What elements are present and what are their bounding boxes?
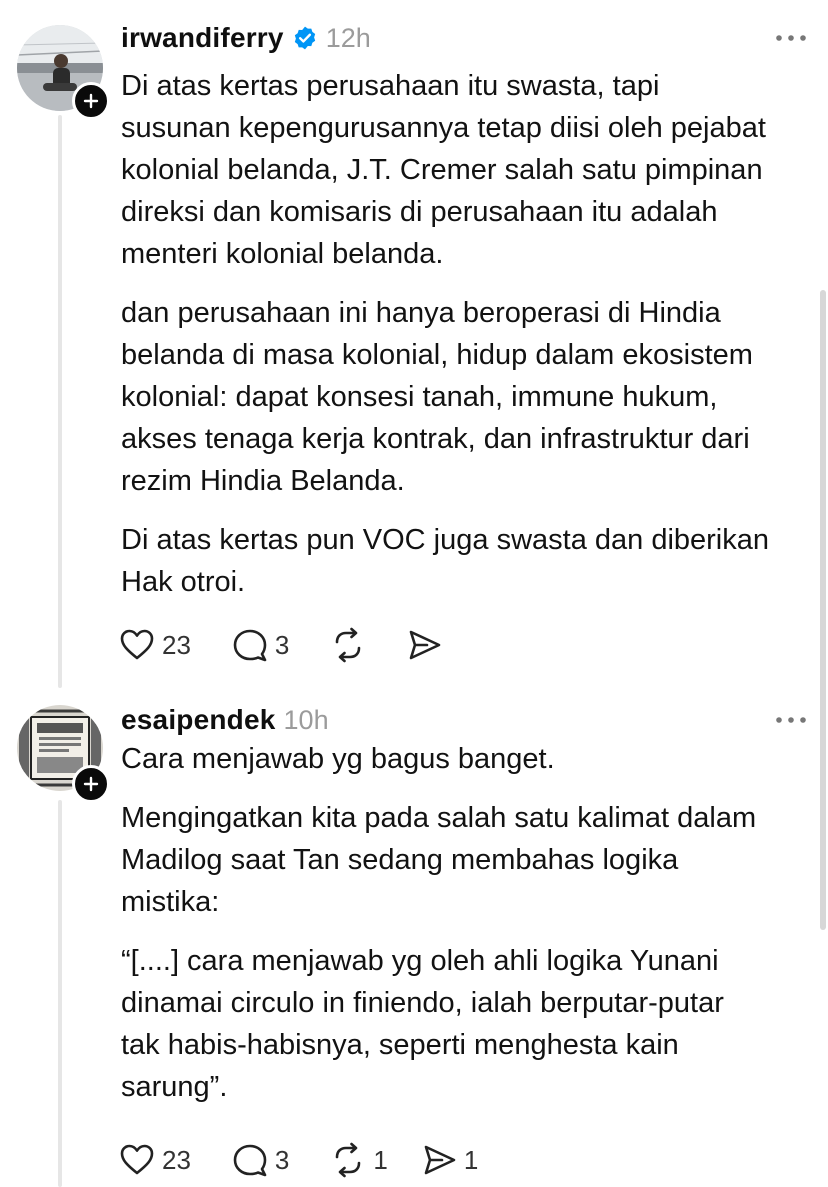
action-bar: 23 3	[118, 625, 481, 665]
follow-button[interactable]	[72, 82, 110, 120]
post-header: irwandiferry 12h	[121, 18, 808, 58]
scrollbar[interactable]	[820, 290, 826, 930]
repost-button[interactable]	[329, 626, 373, 664]
post-body: Cara menjawab yg bagus banget. Mengingat…	[121, 738, 821, 1125]
send-icon	[410, 630, 441, 660]
thread-post: irwandiferry 12h Di atas kertas perusaha…	[0, 0, 828, 690]
like-button[interactable]: 23	[118, 1141, 199, 1179]
repost-icon	[336, 627, 361, 663]
plus-icon	[83, 776, 99, 792]
share-count: 1	[463, 1144, 479, 1175]
send-icon	[424, 1145, 456, 1175]
timestamp: 12h	[325, 22, 371, 53]
comment-button[interactable]: 3	[231, 626, 297, 664]
share-button[interactable]	[405, 626, 449, 664]
comment-count: 3	[274, 629, 290, 660]
verified-badge-icon	[294, 26, 315, 50]
plus-icon	[83, 93, 99, 109]
post-paragraph: Mengingatkan kita pada salah satu kalima…	[121, 802, 757, 918]
repost-count: 1	[373, 1144, 388, 1175]
like-count: 23	[162, 1144, 191, 1175]
more-dots-icon[interactable]	[774, 26, 808, 50]
post-header: esaipendek 10h	[121, 700, 808, 740]
comment-bubble-icon	[233, 629, 267, 662]
post-paragraph: dan perusahaan ini hanya beroperasi di H…	[121, 297, 753, 497]
username[interactable]: irwandiferry	[121, 22, 284, 54]
like-button[interactable]: 23	[118, 626, 199, 664]
thread-line	[58, 800, 62, 1187]
repost-icon	[336, 1142, 361, 1178]
like-count: 23	[162, 629, 191, 660]
thread-post: esaipendek 10h Cara menjawab yg bagus ba…	[0, 690, 828, 1187]
post-paragraph: Cara menjawab yg bagus banget.	[121, 743, 555, 775]
post-paragraph: Di atas kertas perusahaan itu swasta, ta…	[121, 70, 766, 270]
timestamp: 10h	[283, 704, 329, 735]
follow-button[interactable]	[72, 765, 110, 803]
heart-icon	[120, 629, 154, 660]
post-paragraph: Di atas kertas pun VOC juga swasta dan d…	[121, 524, 770, 598]
comment-button[interactable]: 3	[231, 1141, 297, 1179]
username[interactable]: esaipendek	[121, 704, 276, 736]
action-bar: 23 3 1 1	[118, 1140, 510, 1180]
repost-button[interactable]: 1	[329, 1141, 388, 1179]
post-body: Di atas kertas perusahaan itu swasta, ta…	[121, 65, 821, 620]
comment-count: 3	[274, 1144, 290, 1175]
share-button[interactable]: 1	[420, 1141, 478, 1179]
comment-bubble-icon	[233, 1144, 267, 1177]
heart-icon	[120, 1144, 154, 1175]
more-dots-icon[interactable]	[774, 708, 808, 732]
post-paragraph: “[....] cara menjawab yg oleh ahli logik…	[121, 945, 724, 1103]
thread-line	[58, 115, 62, 688]
